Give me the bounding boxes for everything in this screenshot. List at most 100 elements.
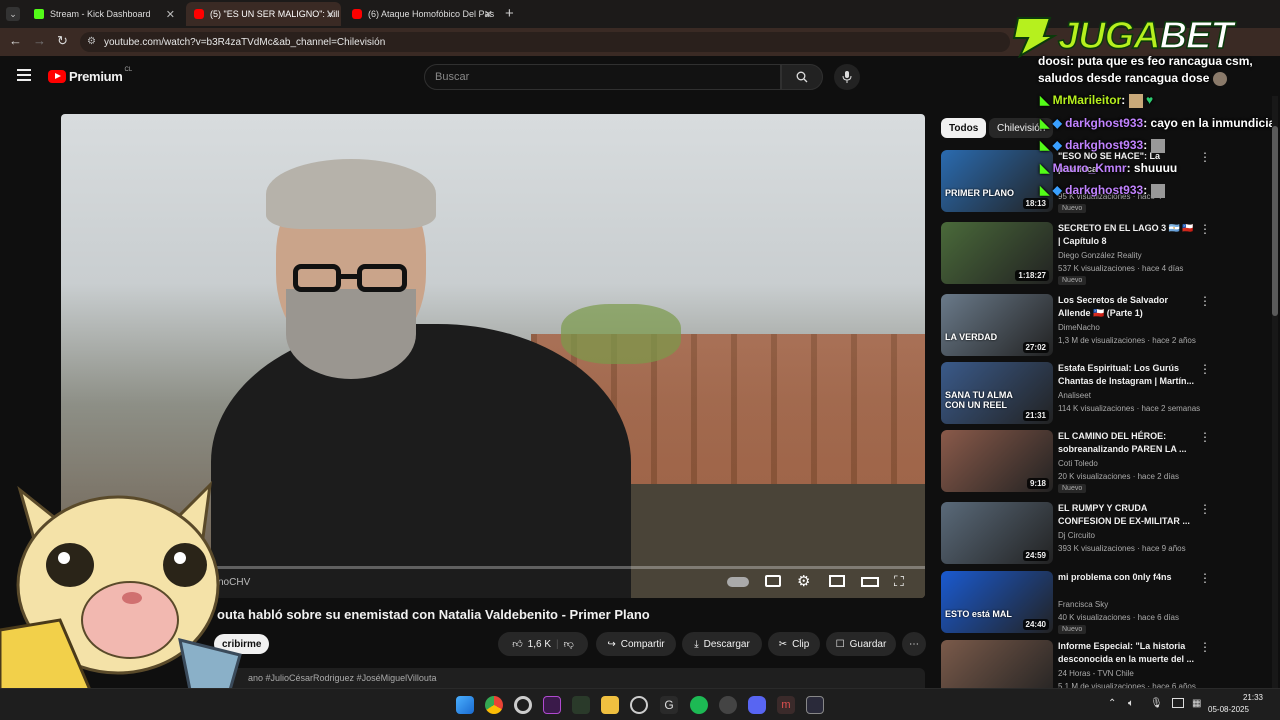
more-actions-button[interactable]: ⋯ xyxy=(902,632,926,656)
recommendation-channel[interactable]: Analiseet xyxy=(1058,391,1091,400)
diamond-badge-icon: ◆ xyxy=(1052,138,1062,152)
close-icon[interactable]: ✕ xyxy=(166,8,175,21)
obs-icon[interactable] xyxy=(630,696,648,714)
recommendation-title[interactable]: Los Secretos de Salvador Allende 🇨🇱 (Par… xyxy=(1058,294,1198,320)
theater-mode-icon[interactable] xyxy=(861,577,879,587)
video-thumbnail[interactable]: ESTO está MAL 24:40 xyxy=(941,571,1053,633)
clock-date[interactable]: 05-08-2025 xyxy=(1208,705,1249,714)
share-button[interactable]: ↪ Compartir xyxy=(596,632,676,656)
description-box[interactable]: ano #JulioCésarRodriguez #JoséMiguelVill… xyxy=(208,668,925,688)
speaker-icon[interactable]: 🔈︎ xyxy=(1128,698,1134,709)
chat-username: darkghost933 xyxy=(1065,183,1144,197)
scrollbar-thumb[interactable] xyxy=(1272,126,1278,316)
clip-button[interactable]: ✂ Clip xyxy=(768,632,820,656)
menu-icon[interactable] xyxy=(17,69,31,81)
spotify-icon[interactable] xyxy=(690,696,708,714)
recommendation-item[interactable]: 1:18:27 SECRETO EN EL LAGO 3 🇦🇷 🇨🇱 | Capí… xyxy=(941,222,1271,286)
more-options-icon[interactable]: ⋮ xyxy=(1199,640,1211,654)
close-icon[interactable]: ✕ xyxy=(484,8,493,21)
file-explorer-icon[interactable] xyxy=(601,696,619,714)
video-thumbnail[interactable]: 1:18:27 xyxy=(941,222,1053,284)
app-pen-icon[interactable] xyxy=(572,696,590,714)
recommendation-title[interactable]: SECRETO EN EL LAGO 3 🇦🇷 🇨🇱 | Capítulo 8 xyxy=(1058,222,1198,248)
chip-todos[interactable]: Todos xyxy=(941,118,987,138)
miniplayer-icon[interactable] xyxy=(829,575,845,587)
clock-time[interactable]: 21:33 xyxy=(1227,693,1263,702)
reload-button[interactable]: ↻ xyxy=(57,33,68,49)
autoplay-toggle[interactable] xyxy=(727,577,749,587)
save-button[interactable]: ☐ Guardar xyxy=(826,632,896,656)
more-options-icon[interactable]: ⋮ xyxy=(1199,222,1211,236)
discord-icon[interactable] xyxy=(748,696,766,714)
search-input[interactable]: Buscar xyxy=(424,64,781,90)
tab-youtube-active[interactable]: (5) "ES UN SER MALIGNO": Vill ✕ xyxy=(186,2,341,26)
recommendation-item[interactable]: PRIMER PLANO 18:13 "ESO NO SE HACE": La po… xyxy=(941,150,1271,214)
recommendation-item[interactable]: LA VERDAD 27:02 Los Secretos de Salvador A… xyxy=(941,294,1271,358)
recommendation-item[interactable]: 9:18 EL CAMINO DEL HÉROE: sobreanalizando… xyxy=(941,430,1271,494)
settings-gear-icon[interactable]: ⚙ xyxy=(797,572,810,590)
more-options-icon[interactable]: ⋮ xyxy=(1199,430,1211,444)
recommendation-item[interactable]: ESTO está MAL 24:40 mi problema con 0nly f… xyxy=(941,571,1271,635)
tab-search-icon[interactable]: ⌄ xyxy=(6,7,20,21)
network-icon[interactable]: ▦ xyxy=(1192,698,1201,709)
video-thumbnail[interactable]: PRIMER PLANO 18:13 xyxy=(941,150,1053,212)
steam-icon[interactable] xyxy=(719,696,737,714)
recommendation-title[interactable]: EL CAMINO DEL HÉROE: sobreanalizando PAR… xyxy=(1058,430,1198,456)
app-m-icon[interactable]: m xyxy=(777,696,795,714)
more-options-icon[interactable]: ⋮ xyxy=(1199,294,1211,308)
more-options-icon[interactable]: ⋮ xyxy=(1199,150,1211,164)
video-thumbnail[interactable]: LA VERDAD 27:02 xyxy=(941,294,1053,356)
close-icon[interactable]: ✕ xyxy=(326,8,335,21)
subtitles-icon[interactable] xyxy=(765,575,781,587)
description-hashtags: ano #JulioCésarRodriguez #JoséMiguelVill… xyxy=(248,673,437,683)
more-options-icon[interactable]: ⋮ xyxy=(1199,362,1211,376)
tab-kick-dashboard[interactable]: Stream - Kick Dashboard ✕ xyxy=(26,2,181,26)
chat-text: : xyxy=(1143,138,1148,152)
windows-start-icon[interactable] xyxy=(456,696,474,714)
chrome-icon[interactable] xyxy=(485,696,503,714)
youtube-logo[interactable]: Premium CL xyxy=(48,67,132,84)
recommendation-title[interactable]: mi problema con 0nly f4ns xyxy=(1058,571,1198,584)
bookmark-icon: ☐ xyxy=(835,638,845,650)
video-thumbnail[interactable]: 9:18 xyxy=(941,430,1053,492)
forward-button[interactable]: → xyxy=(33,33,46,48)
tray-chevron-icon[interactable]: ⌃ xyxy=(1108,698,1116,709)
site-info-icon[interactable]: ⚙ xyxy=(87,36,96,47)
recommendation-channel[interactable]: Coti Toledo xyxy=(1058,459,1098,468)
app-g-icon[interactable]: G xyxy=(660,696,678,714)
scrollbar-track[interactable] xyxy=(1272,96,1278,688)
back-button[interactable]: ← xyxy=(9,33,22,48)
recommendation-channel[interactable]: 24 Horas - TVN Chile xyxy=(1058,669,1134,678)
monitor-icon[interactable] xyxy=(1172,698,1184,708)
new-tab-button[interactable]: + xyxy=(505,5,514,22)
recommendation-title[interactable]: Estafa Espiritual: Los Gurús Chantas de … xyxy=(1058,362,1198,388)
recommendation-channel[interactable]: Diego González Reality xyxy=(1058,251,1142,260)
chat-emote-icon xyxy=(1128,93,1143,108)
more-options-icon[interactable]: ⋮ xyxy=(1199,571,1211,585)
search-button[interactable] xyxy=(781,64,823,90)
video-thumbnail[interactable]: 24:59 xyxy=(941,502,1053,564)
app-c-icon[interactable] xyxy=(514,696,532,714)
recommendation-item[interactable]: SANA TU ALMA CON UN REEL 21:31 Estafa Espi… xyxy=(941,362,1271,426)
microphone-tray-icon[interactable]: 🎙︎ xyxy=(1150,698,1163,709)
more-options-icon[interactable]: ⋮ xyxy=(1199,502,1211,516)
tab-youtube-2[interactable]: (6) Ataque Homofóbico Del Pas ✕ xyxy=(344,2,499,26)
dislike-button[interactable]: 👎︎ xyxy=(564,638,574,650)
download-button[interactable]: ⤓ Descargar xyxy=(682,632,762,656)
vscode-icon[interactable] xyxy=(543,696,561,714)
sponsor-logo: JUGA BET xyxy=(1010,14,1274,58)
like-button[interactable]: 👍︎ 1,6 K xyxy=(512,638,551,651)
kick-badge-icon: ◣ xyxy=(1040,116,1050,130)
recommendation-channel[interactable]: DimeNacho xyxy=(1058,323,1100,332)
recommendation-title[interactable]: EL RUMPY Y CRUDA CONFESION DE EX-MILITAR… xyxy=(1058,502,1198,528)
video-thumbnail[interactable]: SANA TU ALMA CON UN REEL 21:31 xyxy=(941,362,1053,424)
recommendation-title[interactable]: Informe Especial: "La historia desconoci… xyxy=(1058,640,1198,666)
url-field[interactable]: ⚙ youtube.com/watch?v=b3R4zaTVdMc&ab_cha… xyxy=(80,32,1010,52)
app-grid-icon[interactable] xyxy=(806,696,824,714)
thumbnail-text: ESTO está MAL xyxy=(945,609,1012,619)
recommendation-item[interactable]: 24:59 EL RUMPY Y CRUDA CONFESION DE EX-MI… xyxy=(941,502,1271,566)
fullscreen-icon[interactable]: ⛶ xyxy=(894,573,904,590)
recommendation-channel[interactable]: Dj Circuito xyxy=(1058,531,1095,540)
voice-search-button[interactable] xyxy=(834,64,860,90)
recommendation-channel[interactable]: Francisca Sky xyxy=(1058,600,1108,609)
